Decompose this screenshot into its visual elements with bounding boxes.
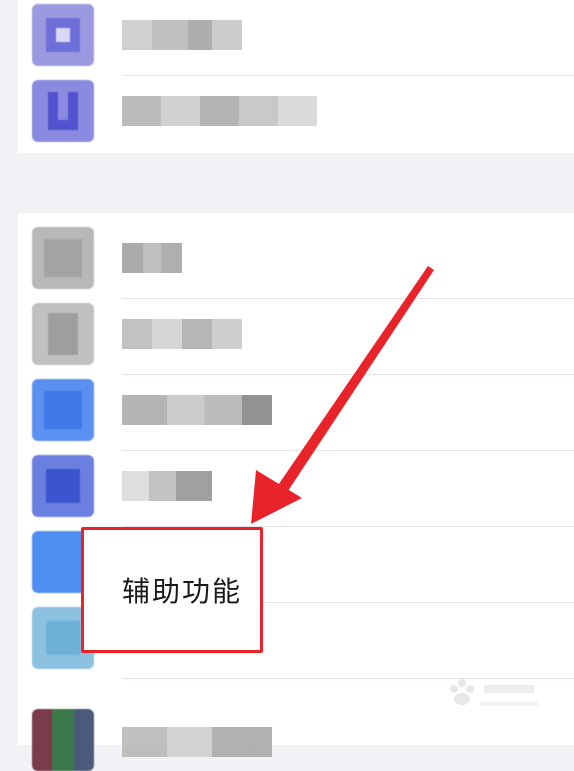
annotation-arrow — [251, 266, 434, 524]
arrow-shaft — [272, 266, 434, 500]
baidu-jingyan-watermark-icon — [450, 679, 538, 706]
